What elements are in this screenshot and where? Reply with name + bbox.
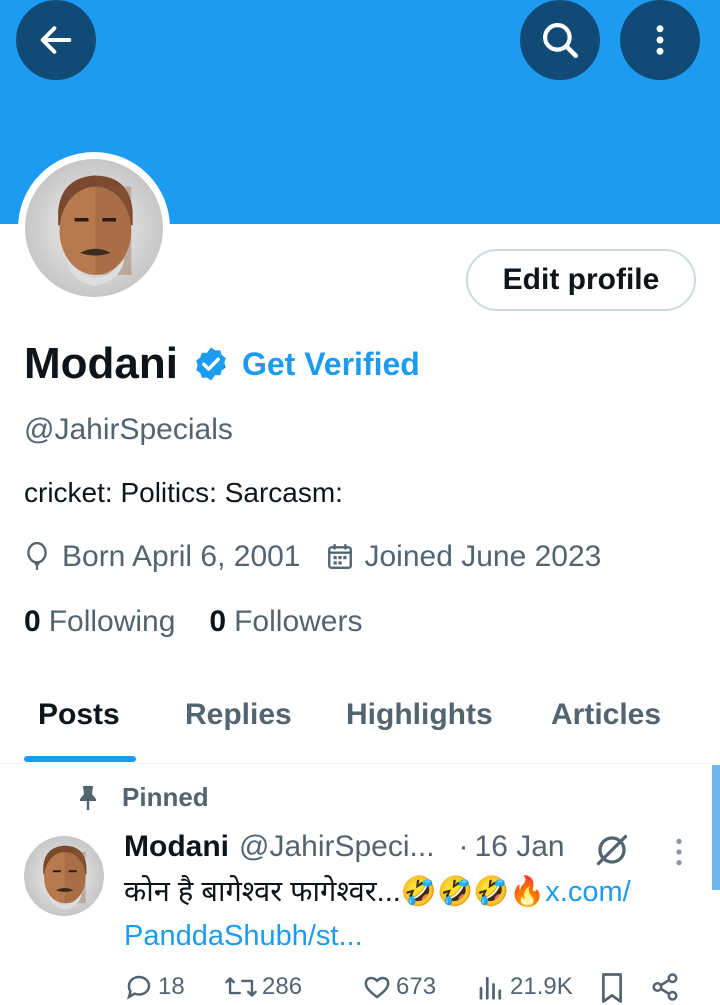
get-verified-link[interactable]: Get Verified [242, 346, 420, 383]
tab-posts[interactable]: Posts [38, 698, 120, 732]
profile-avatar[interactable] [18, 152, 170, 304]
post-author-handle[interactable]: @JahirSpeci... [239, 830, 435, 864]
reply-button[interactable]: 18 [124, 972, 185, 1002]
pinned-indicator: Pinned [76, 782, 209, 813]
active-tab-indicator [24, 756, 136, 762]
search-button[interactable] [520, 0, 600, 80]
following-count: 0 [24, 605, 41, 638]
bookmark-icon [602, 973, 622, 1003]
views-button[interactable]: 21.9K [476, 972, 573, 1002]
tab-replies[interactable]: Replies [185, 698, 292, 732]
pin-icon [80, 785, 96, 810]
post-date[interactable]: 16 Jan [475, 830, 565, 864]
avatar-image [25, 159, 163, 297]
follow-stats: 0 Following 0 Followers [24, 605, 362, 639]
post-author-name[interactable]: Modani [124, 830, 229, 864]
arrow-left-icon [40, 26, 72, 54]
verified-badge-icon [196, 347, 226, 381]
reply-count: 18 [158, 973, 185, 1000]
profile-name-row: Modani Get Verified [24, 336, 420, 392]
post-actions: 18 286 673 21.9K [124, 972, 694, 1005]
back-button[interactable] [16, 0, 96, 80]
pinned-label: Pinned [122, 782, 209, 812]
post-header: Modani @JahirSpeci... · 16 Jan [124, 830, 565, 864]
calendar-icon [327, 544, 352, 569]
post-link-part2: PanddaShubh/st... [124, 920, 363, 952]
followers-label: Followers [234, 605, 363, 638]
edit-profile-button[interactable]: Edit profile [466, 249, 696, 311]
join-date: Joined June 2023 [364, 540, 602, 573]
profile-tabs: Posts Replies Highlights Articles [0, 690, 720, 764]
reply-icon [126, 975, 151, 1000]
followers-link[interactable]: 0 Followers [209, 605, 362, 639]
following-link[interactable]: 0 Following [24, 605, 175, 639]
separator-dot: · [458, 830, 469, 863]
more-options-button[interactable] [620, 0, 700, 80]
heart-icon [364, 976, 390, 999]
share-button[interactable] [650, 972, 684, 1002]
balloon-icon [27, 542, 47, 570]
view-count: 21.9K [510, 973, 573, 1000]
like-count: 673 [396, 973, 437, 1000]
birthdate: Born April 6, 2001 [62, 540, 301, 573]
post-more-icon[interactable] [668, 836, 690, 868]
profile-meta: Born April 6, 2001 Joined June 2023 [24, 540, 601, 574]
tab-highlights[interactable]: Highlights [346, 698, 493, 732]
scrollbar[interactable] [712, 765, 720, 890]
grok-icon[interactable] [594, 832, 630, 868]
post-body: कोन है बागेश्वर फागेश्वर...🤣🤣🤣🔥x.com/Pan… [124, 870, 684, 958]
share-icon [652, 973, 678, 1001]
like-button[interactable]: 673 [362, 972, 436, 1002]
bookmark-button[interactable] [598, 972, 630, 1004]
repost-button[interactable]: 286 [224, 972, 302, 1002]
more-vertical-icon [656, 25, 664, 55]
post-author-avatar[interactable] [24, 836, 104, 916]
search-icon [543, 23, 579, 59]
profile-handle: @JahirSpecials [24, 413, 233, 446]
tab-articles[interactable]: Articles [551, 698, 661, 732]
repost-count: 286 [262, 973, 303, 1000]
views-chart-icon [479, 976, 502, 1000]
post-link-part1: x.com/ [545, 876, 631, 908]
post-text: कोन है बागेश्वर फागेश्वर...🤣🤣🤣🔥 [124, 876, 546, 908]
profile-bio: cricket: Politics: Sarcasm: [24, 477, 343, 508]
profile-name: Modani [24, 339, 178, 388]
followers-count: 0 [209, 605, 227, 638]
following-label: Following [48, 605, 176, 638]
repost-icon [225, 977, 257, 997]
